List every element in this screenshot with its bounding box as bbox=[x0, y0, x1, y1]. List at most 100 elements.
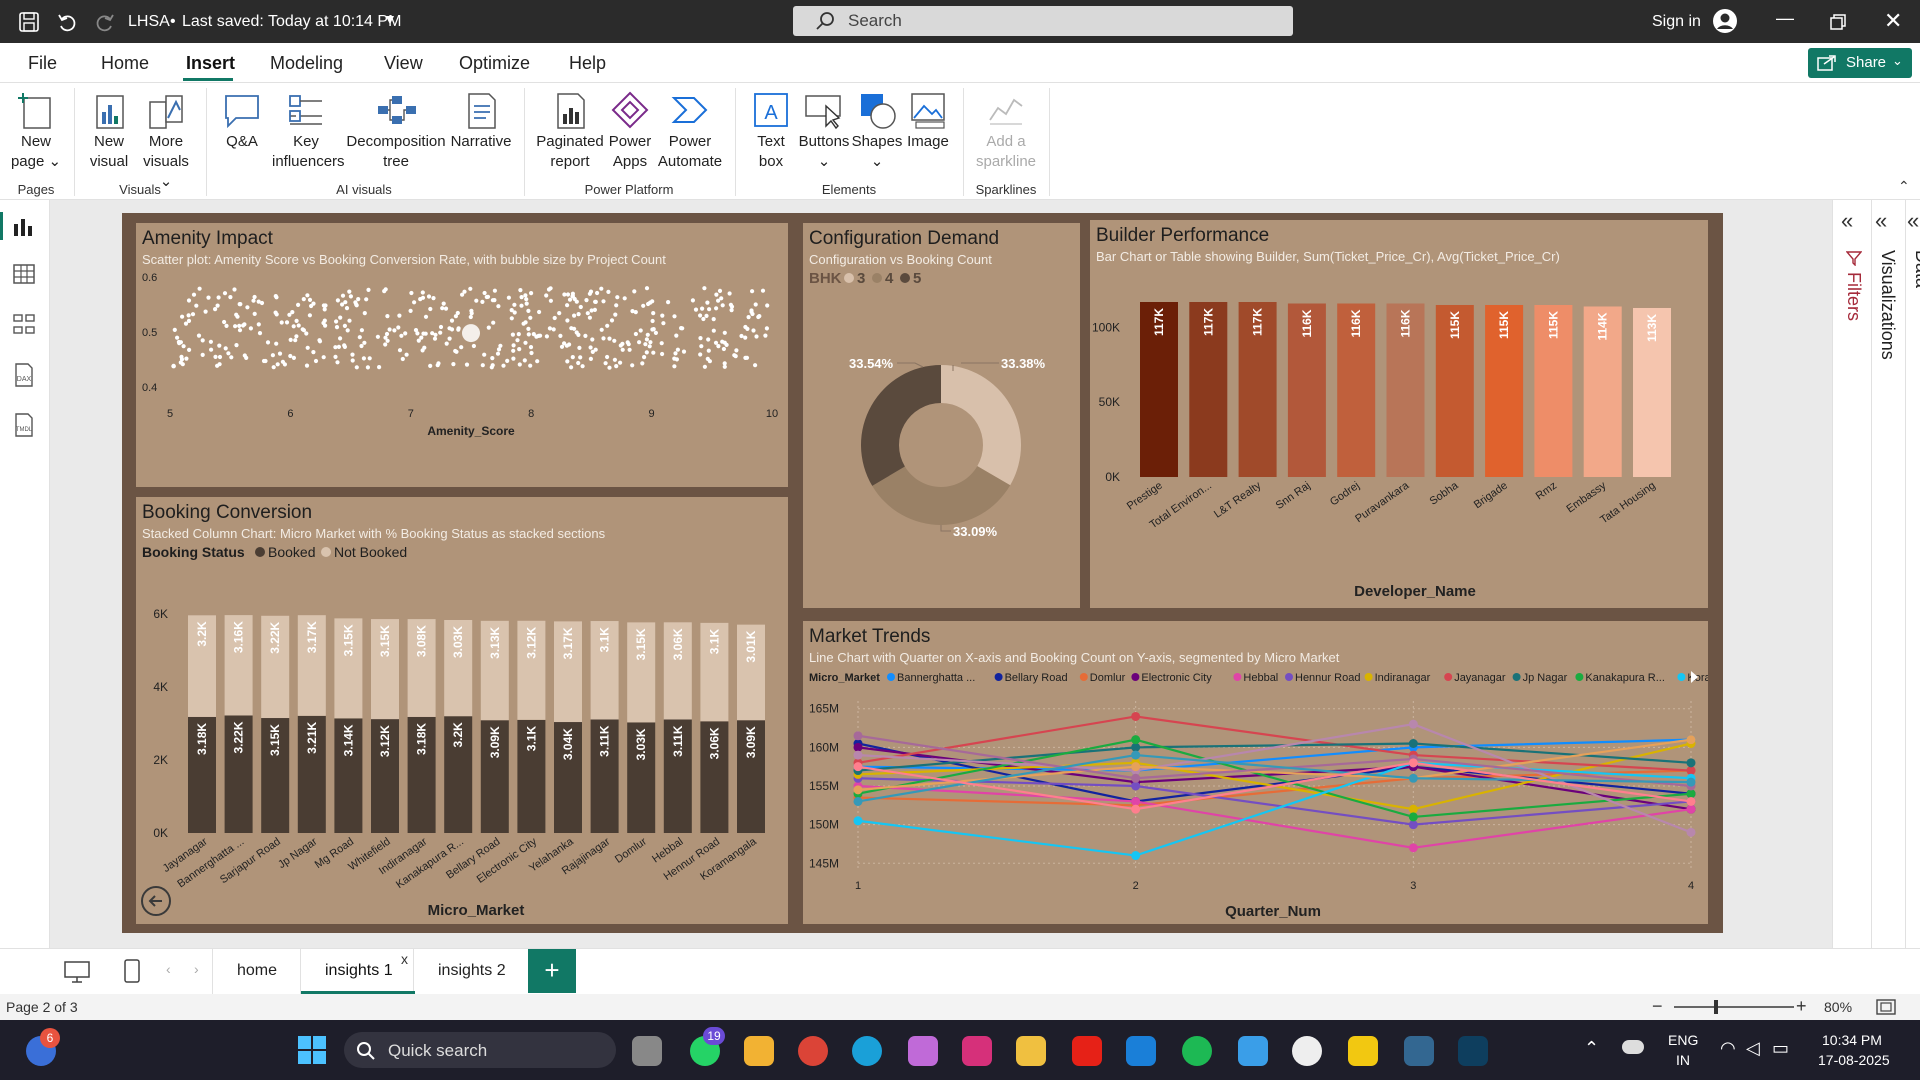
chatgpt-icon[interactable] bbox=[1292, 1036, 1322, 1066]
youtube-icon[interactable] bbox=[1072, 1036, 1102, 1066]
menu-home[interactable]: Home bbox=[101, 53, 149, 74]
menu-help[interactable]: Help bbox=[569, 53, 606, 74]
menu-file[interactable]: File bbox=[28, 53, 57, 74]
data-pane-tab[interactable]: Data bbox=[1911, 250, 1920, 288]
windows-start-icon[interactable] bbox=[298, 1036, 326, 1064]
task-view-icon[interactable] bbox=[632, 1036, 662, 1066]
scroll-left-icon[interactable]: ‹ bbox=[166, 961, 171, 977]
zoom-out-icon[interactable]: − bbox=[1652, 996, 1663, 1017]
narrative-button[interactable]: Narrative bbox=[448, 90, 514, 152]
scatter-point bbox=[226, 351, 231, 356]
file-explorer-icon[interactable] bbox=[1016, 1036, 1046, 1066]
scatter-point bbox=[583, 333, 588, 338]
instagram-icon[interactable] bbox=[962, 1036, 992, 1066]
zoom-slider-thumb[interactable] bbox=[1714, 1000, 1718, 1014]
postgresql-icon[interactable] bbox=[1404, 1036, 1434, 1066]
account-icon[interactable] bbox=[1712, 8, 1738, 34]
new-visual-button[interactable]: New visual bbox=[82, 90, 136, 172]
collapse-visualizations-icon[interactable]: « bbox=[1875, 208, 1887, 234]
booking-conversion-visual[interactable]: Booking Conversion Stacked Column Chart:… bbox=[136, 497, 788, 924]
shapes-button[interactable]: Shapes ⌄ bbox=[850, 90, 904, 172]
tray-overflow-icon[interactable]: ⌃ bbox=[1584, 1038, 1599, 1059]
decomposition-tree-button[interactable]: Decomposition tree bbox=[344, 90, 448, 172]
page-tab-insights-1[interactable]: insights 1 x bbox=[300, 949, 415, 995]
undo-icon[interactable] bbox=[56, 11, 78, 33]
report-view-icon[interactable] bbox=[12, 214, 36, 238]
filters-pane-tab[interactable]: Filters bbox=[1843, 272, 1864, 321]
legend-marker bbox=[900, 273, 910, 283]
file-title: LHSA bbox=[128, 13, 170, 30]
image-button[interactable]: Image bbox=[902, 90, 954, 152]
back-arrow-icon[interactable] bbox=[140, 885, 172, 917]
scatter-point bbox=[397, 313, 402, 318]
language-indicator[interactable]: ENG bbox=[1668, 1032, 1698, 1048]
save-icon[interactable] bbox=[18, 11, 40, 33]
menu-modeling[interactable]: Modeling bbox=[270, 53, 343, 74]
page-tab-insights-2[interactable]: insights 2 bbox=[414, 949, 526, 995]
notepad-icon[interactable] bbox=[1238, 1036, 1268, 1066]
tmdl-view-icon[interactable]: TMDL bbox=[12, 412, 36, 438]
amenity-impact-visual[interactable]: Amenity Impact Scatter plot: Amenity Sco… bbox=[136, 223, 788, 487]
scatter-point bbox=[743, 355, 748, 360]
power-apps-button[interactable]: Power Apps bbox=[606, 90, 654, 172]
fit-to-page-icon[interactable] bbox=[1876, 999, 1896, 1015]
close-tab-icon[interactable]: x bbox=[401, 951, 408, 967]
key-influencers-button[interactable]: Key influencers bbox=[272, 90, 345, 172]
restore-icon[interactable] bbox=[1830, 14, 1846, 30]
collapse-filters-icon[interactable]: « bbox=[1841, 208, 1853, 234]
menu-insert[interactable]: Insert bbox=[186, 53, 235, 74]
taskbar-search[interactable]: Quick search bbox=[344, 1032, 616, 1068]
zoom-in-icon[interactable]: + bbox=[1796, 996, 1807, 1017]
mobile-layout-icon[interactable] bbox=[124, 959, 140, 983]
power-bi-icon[interactable] bbox=[1348, 1036, 1378, 1066]
battery-icon[interactable]: ▭ bbox=[1772, 1038, 1789, 1059]
data-label: 3.2K bbox=[195, 621, 209, 647]
menu-optimize[interactable]: Optimize bbox=[459, 53, 530, 74]
buttons-button[interactable]: Buttons ⌄ bbox=[796, 90, 852, 172]
edge-icon[interactable] bbox=[852, 1036, 882, 1066]
scatter-point bbox=[734, 348, 739, 353]
sign-in-link[interactable]: Sign in bbox=[1652, 13, 1701, 31]
page-tab-home[interactable]: home bbox=[212, 949, 304, 995]
zoom-slider[interactable] bbox=[1674, 1006, 1794, 1008]
volume-icon[interactable]: ◁ bbox=[1746, 1038, 1760, 1059]
menu-view[interactable]: View bbox=[384, 53, 423, 74]
y-tick-label: 0K bbox=[1105, 470, 1120, 484]
minimize-icon[interactable]: — bbox=[1776, 8, 1794, 29]
redo-icon[interactable] bbox=[94, 11, 116, 33]
market-trends-visual[interactable]: Market Trends Line Chart with Quarter on… bbox=[803, 621, 1708, 924]
onedrive-icon[interactable] bbox=[1622, 1040, 1644, 1054]
add-page-button[interactable]: + bbox=[528, 949, 576, 993]
spotify-icon[interactable] bbox=[1182, 1036, 1212, 1066]
wifi-icon[interactable]: ◠ bbox=[1720, 1038, 1736, 1059]
copilot-icon[interactable] bbox=[908, 1036, 938, 1066]
collapse-ribbon-icon[interactable]: ⌃ bbox=[1898, 178, 1910, 195]
text-box-button[interactable]: A Text box bbox=[744, 90, 798, 172]
paginated-report-button[interactable]: Paginated report bbox=[532, 90, 608, 172]
app-icon[interactable] bbox=[1458, 1036, 1488, 1066]
microsoft-store-icon[interactable] bbox=[744, 1036, 774, 1066]
chevron-down-icon[interactable]: ▼ bbox=[383, 11, 397, 27]
desktop-layout-icon[interactable] bbox=[64, 961, 90, 983]
visualizations-pane-tab[interactable]: Visualizations bbox=[1877, 250, 1898, 360]
collapse-data-icon[interactable]: « bbox=[1907, 208, 1919, 234]
table-view-icon[interactable] bbox=[12, 262, 36, 286]
scroll-right-icon[interactable]: › bbox=[194, 961, 199, 977]
share-button[interactable]: Share ⌄ bbox=[1808, 48, 1912, 78]
new-page-button[interactable]: New page ⌄ bbox=[6, 90, 66, 172]
qa-button[interactable]: Q&A bbox=[214, 90, 270, 152]
power-automate-button[interactable]: Power Automate bbox=[654, 90, 726, 172]
close-icon[interactable]: ✕ bbox=[1884, 8, 1902, 34]
dax-query-icon[interactable]: DAX bbox=[12, 362, 36, 388]
vscode-icon[interactable] bbox=[1126, 1036, 1156, 1066]
series-point bbox=[853, 816, 863, 826]
builder-performance-visual[interactable]: Builder Performance Bar Chart or Table s… bbox=[1090, 220, 1708, 608]
configuration-demand-visual[interactable]: Configuration Demand Configuration vs Bo… bbox=[803, 223, 1080, 608]
more-visuals-button[interactable]: More visuals ⌄ bbox=[138, 90, 194, 192]
legend-label: Bannerghatta ... bbox=[897, 672, 975, 684]
scatter-point bbox=[280, 359, 285, 364]
model-view-icon[interactable] bbox=[12, 312, 36, 336]
chrome-icon[interactable] bbox=[798, 1036, 828, 1066]
clock-time[interactable]: 10:34 PM bbox=[1822, 1032, 1882, 1048]
search-box[interactable]: Search bbox=[793, 6, 1293, 36]
